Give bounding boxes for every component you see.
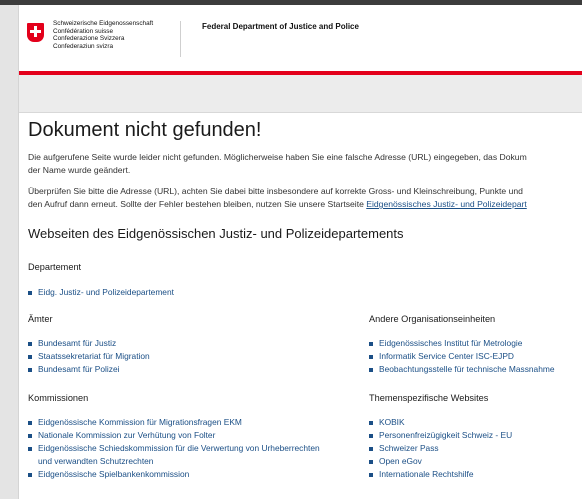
link-isc-ejpd[interactable]: Informatik Service Center ISC-EJPD [369, 350, 555, 363]
link-ejpd[interactable]: Eidg. Justiz- und Polizeidepartement [28, 286, 174, 299]
link-metas[interactable]: Eidgenössisches Institut für Metrologie [369, 337, 555, 350]
link-schweizer-pass[interactable]: Schweizer Pass [369, 442, 512, 455]
list-kommissionen: Eidgenössische Kommission für Migrations… [28, 416, 320, 481]
link-ekm[interactable]: Eidgenössische Kommission für Migrations… [28, 416, 320, 429]
list-departement: Eidg. Justiz- und Polizeidepartement [28, 286, 174, 299]
section-title-themen: Themenspezifische Websites [369, 393, 489, 403]
link-staatssekretariat-migration[interactable]: Staatssekretariat für Migration [28, 350, 150, 363]
list-andere: Eidgenössisches Institut für Metrologie … [369, 337, 555, 376]
link-kobik[interactable]: KOBIK [369, 416, 512, 429]
hint-text-prefix: den Aufruf dann erneut. Sollte der Fehle… [28, 199, 367, 209]
site-header: Schweizerische Eidgenossenschaft Confédé… [19, 5, 582, 71]
page-title: Dokument nicht gefunden! [28, 119, 262, 141]
section-title-kommissionen: Kommissionen [28, 393, 89, 403]
confederation-names[interactable]: Schweizerische Eidgenossenschaft Confédé… [53, 20, 153, 50]
link-eschk-line-1: Eidgenössische Schiedskommission für die… [38, 443, 320, 453]
header-divider [180, 21, 181, 57]
list-themen: KOBIK Personenfreizügigkeit Schweiz - EU… [369, 416, 512, 481]
link-bundesamt-polizei[interactable]: Bundesamt für Polizei [28, 363, 150, 376]
hint-text-line-2: den Aufruf dann erneut. Sollte der Fehle… [28, 198, 527, 211]
hint-text-line-1: Überprüfen Sie bitte die Adresse (URL), … [28, 186, 523, 196]
link-eschk[interactable]: Eidgenössische Schiedskommission für die… [28, 442, 320, 468]
section-title-aemter: Ämter [28, 314, 53, 324]
error-text-line-1: Die aufgerufene Seite wurde leider nicht… [28, 152, 527, 162]
error-text-line-2: der Name wurde geändert. [28, 165, 131, 175]
lang-line-it: Confederazione Svizzera [53, 35, 125, 42]
link-eschk-line-2: und verwandten Schutzrechten [38, 456, 154, 466]
lang-line-rm: Confederaziun svizra [53, 42, 114, 50]
homepage-link[interactable]: Eidgenössisches Justiz- und Polizeidepar… [366, 199, 527, 209]
navigation-band [19, 75, 582, 113]
link-open-egov[interactable]: Open eGov [369, 455, 512, 468]
link-nkvf[interactable]: Nationale Kommission zur Verhütung von F… [28, 429, 320, 442]
link-esbk[interactable]: Eidgenössische Spielbankenkommission [28, 468, 320, 481]
lang-line-de: Schweizerische Eidgenossenschaft [53, 20, 154, 27]
lang-line-fr: Confédération suisse [53, 27, 114, 35]
department-name[interactable]: Federal Department of Justice and Police [202, 22, 359, 31]
link-rechtshilfe[interactable]: Internationale Rechtshilfe [369, 468, 512, 481]
link-beobachtungsstelle[interactable]: Beobachtungsstelle für technische Massna… [369, 363, 555, 376]
section-title-departement: Departement [28, 262, 82, 272]
section-title-andere: Andere Organisationseinheiten [369, 314, 496, 324]
link-bundesamt-justiz[interactable]: Bundesamt für Justiz [28, 337, 150, 350]
link-personenfreizuegigkeit[interactable]: Personenfreizügigkeit Schweiz - EU [369, 429, 512, 442]
websites-heading: Webseiten des Eidgenössischen Justiz- un… [28, 226, 404, 241]
list-aemter: Bundesamt für Justiz Staatssekretariat f… [28, 337, 150, 376]
swiss-cross-logo-icon[interactable] [27, 23, 44, 42]
left-gutter [0, 5, 19, 499]
